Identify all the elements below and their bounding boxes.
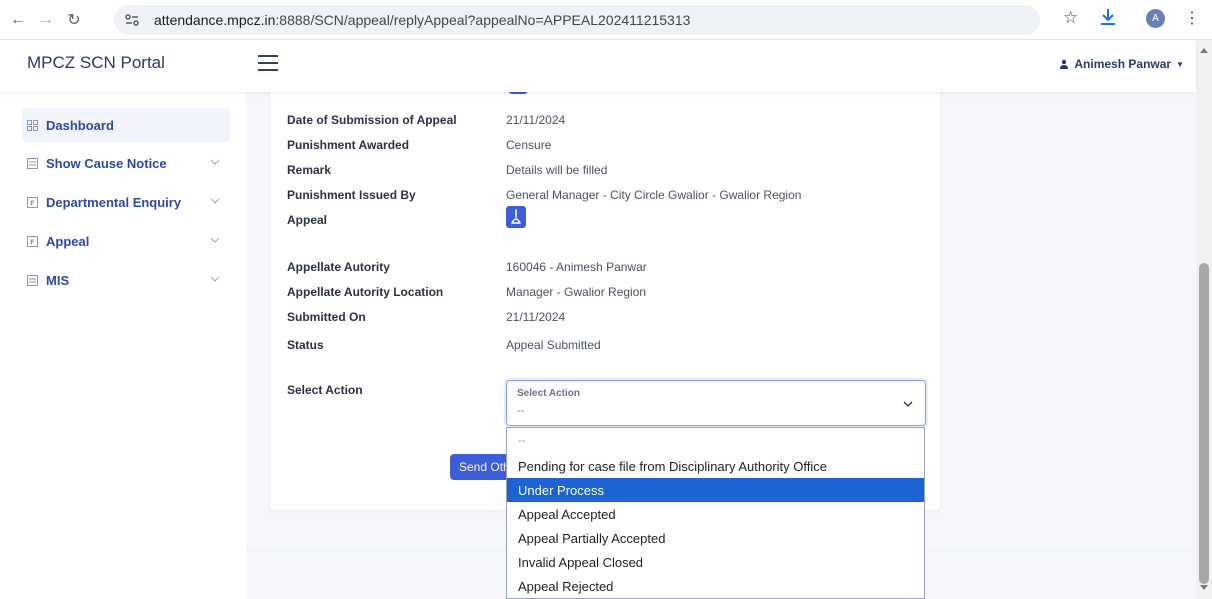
- browser-menu-icon[interactable]: ⋮: [1184, 8, 1200, 28]
- field-label: Remark: [287, 163, 332, 177]
- hamburger-menu-icon[interactable]: [258, 55, 278, 71]
- user-name: Animesh Panwar: [1074, 57, 1172, 71]
- sidebar-item-departmental-enquiry[interactable]: F Departmental Enquiry: [22, 185, 230, 219]
- sidebar-item-label: Show Cause Notice: [46, 155, 167, 171]
- app-header: MPCZ SCN Portal Animesh Panwar ▼: [0, 40, 1196, 92]
- url-path: :8888/SCN/appeal/replyAppeal?appealNo=AP…: [275, 12, 691, 28]
- dropdown-option[interactable]: Appeal Partially Accepted: [507, 526, 924, 550]
- file-icon: F: [27, 235, 38, 247]
- address-bar[interactable]: attendance.mpcz.in:8888/SCN/appeal/reply…: [114, 5, 1040, 35]
- url-text: attendance.mpcz.in:8888/SCN/appeal/reply…: [154, 12, 690, 28]
- sidebar-item-appeal[interactable]: F Appeal: [22, 224, 230, 258]
- dropdown-option[interactable]: Pending for case file from Disciplinary …: [507, 454, 924, 478]
- user-menu[interactable]: Animesh Panwar ▼: [1059, 57, 1184, 71]
- reload-icon[interactable]: ↻: [62, 8, 86, 32]
- dropdown-option[interactable]: --: [507, 430, 924, 454]
- forward-arrow-icon[interactable]: →: [34, 8, 58, 32]
- url-host: attendance.mpcz.in: [154, 12, 276, 28]
- sidebar-item-label: Appeal: [46, 233, 90, 249]
- page-scrollbar[interactable]: [1196, 40, 1212, 599]
- select-floating-label: Select Action: [517, 388, 580, 399]
- chevron-down-icon: [210, 237, 220, 243]
- field-label: Punishment Awarded: [287, 138, 410, 152]
- field-value: Manager - Gwalior Region: [506, 285, 647, 299]
- field-value: Details will be filled: [506, 163, 608, 177]
- file-icon: F: [27, 196, 38, 208]
- chevron-down-icon: [210, 198, 220, 204]
- scrollbar-thumb[interactable]: [1199, 263, 1209, 584]
- select-current-value: --: [517, 405, 525, 417]
- sidebar-item-label: MIS: [46, 272, 70, 288]
- field-label: Status: [287, 338, 324, 352]
- sidebar-item-show-cause-notice[interactable]: Show Cause Notice: [22, 146, 230, 180]
- back-arrow-icon[interactable]: ←: [6, 8, 30, 32]
- dropdown-option[interactable]: Invalid Appeal Closed: [507, 550, 924, 574]
- field-label: Appellate Autority: [287, 260, 390, 274]
- field-value: Appeal Submitted: [506, 338, 601, 352]
- select-action-options: -- Pending for case file from Disciplina…: [506, 427, 925, 599]
- svg-text:F: F: [30, 199, 35, 207]
- user-icon: [1060, 59, 1069, 69]
- field-label: Date of Submission of Appeal: [287, 113, 457, 127]
- field-label: Punishment Issued By: [287, 188, 416, 202]
- dropdown-option[interactable]: Appeal Accepted: [507, 502, 924, 526]
- dropdown-option-selected[interactable]: Under Process: [507, 478, 924, 502]
- dropdown-option[interactable]: Appeal Rejected: [507, 574, 924, 598]
- field-label: Appellate Autority Location: [287, 285, 444, 299]
- download-icon[interactable]: [1098, 7, 1118, 29]
- sidebar-item-mis[interactable]: MIS: [22, 263, 230, 297]
- sidebar-item-dashboard[interactable]: Dashboard: [22, 108, 230, 142]
- field-value: General Manager - City Circle Gwalior - …: [506, 188, 802, 202]
- chevron-down-icon: [210, 276, 220, 282]
- caret-down-icon: ▼: [1176, 59, 1184, 69]
- list-icon: [27, 274, 38, 286]
- list-icon: [27, 157, 38, 169]
- chevron-down-icon: [903, 401, 913, 407]
- chevron-down-icon: [210, 159, 220, 165]
- site-info-icon[interactable]: [124, 12, 140, 28]
- profile-avatar[interactable]: A: [1146, 9, 1165, 28]
- field-value: 21/11/2024: [506, 310, 566, 324]
- sidebar-item-label: Departmental Enquiry: [46, 194, 182, 210]
- sidebar: Dashboard Show Cause Notice F Department…: [0, 92, 246, 599]
- scroll-down-arrow-icon[interactable]: [1200, 585, 1208, 590]
- svg-text:F: F: [30, 238, 35, 246]
- scroll-up-arrow-icon[interactable]: [1200, 48, 1208, 53]
- field-value: 21/11/2024: [506, 113, 566, 127]
- select-action-dropdown[interactable]: Select Action --: [506, 380, 926, 426]
- field-value: 160046 - Animesh Panwar: [506, 260, 647, 274]
- pdf-icon[interactable]: [506, 206, 526, 228]
- grid-icon: [27, 119, 38, 131]
- sidebar-item-label: Dashboard: [46, 117, 114, 133]
- field-value: Censure: [506, 138, 552, 152]
- field-label: Appeal: [287, 213, 328, 227]
- browser-toolbar: ← → ↻ attendance.mpcz.in:8888/SCN/appeal…: [0, 0, 1212, 40]
- field-label: Submitted On: [287, 310, 366, 324]
- bookmark-star-icon[interactable]: ☆: [1063, 8, 1078, 28]
- field-label: Select Action: [287, 383, 363, 397]
- brand-title[interactable]: MPCZ SCN Portal: [27, 53, 165, 73]
